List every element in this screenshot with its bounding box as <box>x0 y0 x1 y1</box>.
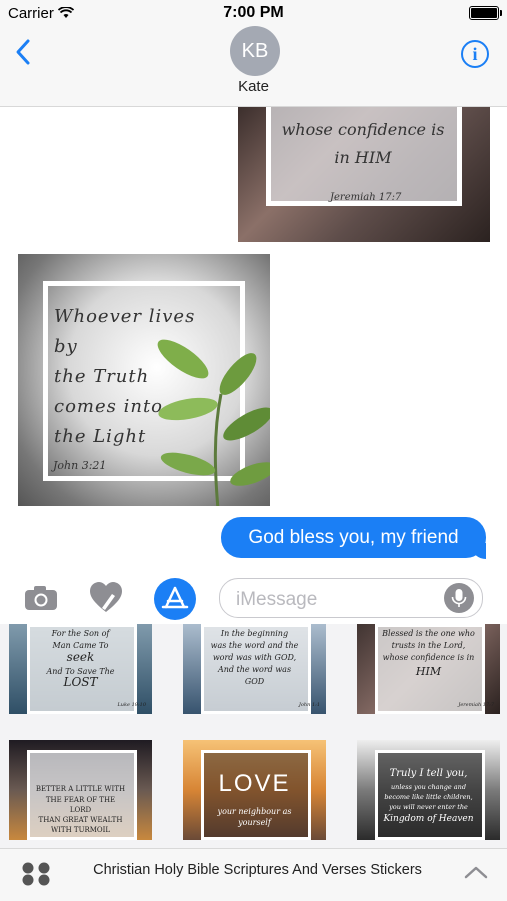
sticker-tile[interactable]: BETTER A LITTLE WITH THE FEAR OF THE LOR… <box>9 740 152 840</box>
digital-touch-heart-icon[interactable] <box>88 580 124 614</box>
tile-line: BETTER A LITTLE WITH <box>35 785 126 793</box>
tile-line: LOST <box>63 675 98 689</box>
tile-line: was the word and the <box>210 641 299 650</box>
sticker-verse-reference: John 3:21 <box>53 459 107 472</box>
tile-line: Blessed is the one who <box>382 629 475 638</box>
avatar[interactable]: KB <box>230 26 280 76</box>
back-chevron-icon[interactable] <box>12 38 36 66</box>
tile-line: word was with GOD, <box>212 653 297 662</box>
sticker-tile[interactable]: Blessed is the one who trusts in the Lor… <box>357 624 500 714</box>
message-input[interactable] <box>234 588 438 612</box>
outgoing-message-bubble[interactable]: God bless you, my friend <box>221 517 486 558</box>
battery-icon <box>469 6 502 20</box>
sticker-drawer: For the Son of Man Came To seek And To S… <box>0 624 507 848</box>
app-grid-icon[interactable] <box>20 861 52 887</box>
tile-line: you will never enter the <box>389 803 468 811</box>
app-title: Christian Holy Bible Scriptures And Vers… <box>93 862 422 878</box>
status-time: 7:00 PM <box>223 4 284 21</box>
tile-reference: Luke 19:10 <box>117 702 146 708</box>
tile-line: And the word was <box>217 665 292 674</box>
sticker-tile[interactable]: Truly I tell you, unless you change and … <box>357 740 500 840</box>
tile-line: For the Son of <box>51 629 110 638</box>
tile-line: WITH TURMOIL <box>50 826 111 834</box>
chevron-up-icon[interactable] <box>463 864 489 880</box>
tile-reference: Jeremiah 17:7 <box>458 702 494 708</box>
sticker-tile[interactable]: In the beginning was the word and the wo… <box>183 624 326 714</box>
sticker-tile[interactable]: LOVE your neighbour as yourself <box>183 740 326 840</box>
tile-line: your neighbour as <box>217 807 292 816</box>
microphone-icon[interactable] <box>444 583 474 613</box>
sticker-message-john[interactable]: Whoever lives by the Truth comes into th… <box>18 254 270 506</box>
tile-line: GOD <box>244 677 265 686</box>
sticker-verse-text: whose confidence is in HIM <box>281 120 445 167</box>
info-icon[interactable]: i <box>461 40 489 68</box>
app-store-icon[interactable] <box>154 578 196 620</box>
tile-line: LOVE <box>218 770 291 797</box>
tile-reference: John 1:1 <box>298 702 320 708</box>
tile-line: yourself <box>238 818 271 827</box>
tile-line: In the beginning <box>220 629 289 638</box>
camera-icon[interactable] <box>24 585 58 611</box>
plant-image <box>157 339 270 506</box>
tile-line: Kingdom of Heaven <box>383 814 474 824</box>
contact-name[interactable]: Kate <box>0 78 507 95</box>
tile-line: seek <box>66 650 95 664</box>
tile-line: HIM <box>415 665 442 678</box>
sticker-tile[interactable]: For the Son of Man Came To seek And To S… <box>9 624 152 714</box>
tile-line: trusts in the Lord, <box>391 641 466 650</box>
tile-line: Truly I tell you, <box>389 768 468 779</box>
status-bar: Carrier 7:00 PM <box>0 0 507 28</box>
sticker-message-jeremiah[interactable]: whose confidence is in HIM Jeremiah 17:7 <box>238 106 490 242</box>
tile-line: whose confidence is in <box>382 653 475 662</box>
sticker-verse-reference: Jeremiah 17:7 <box>330 192 402 203</box>
